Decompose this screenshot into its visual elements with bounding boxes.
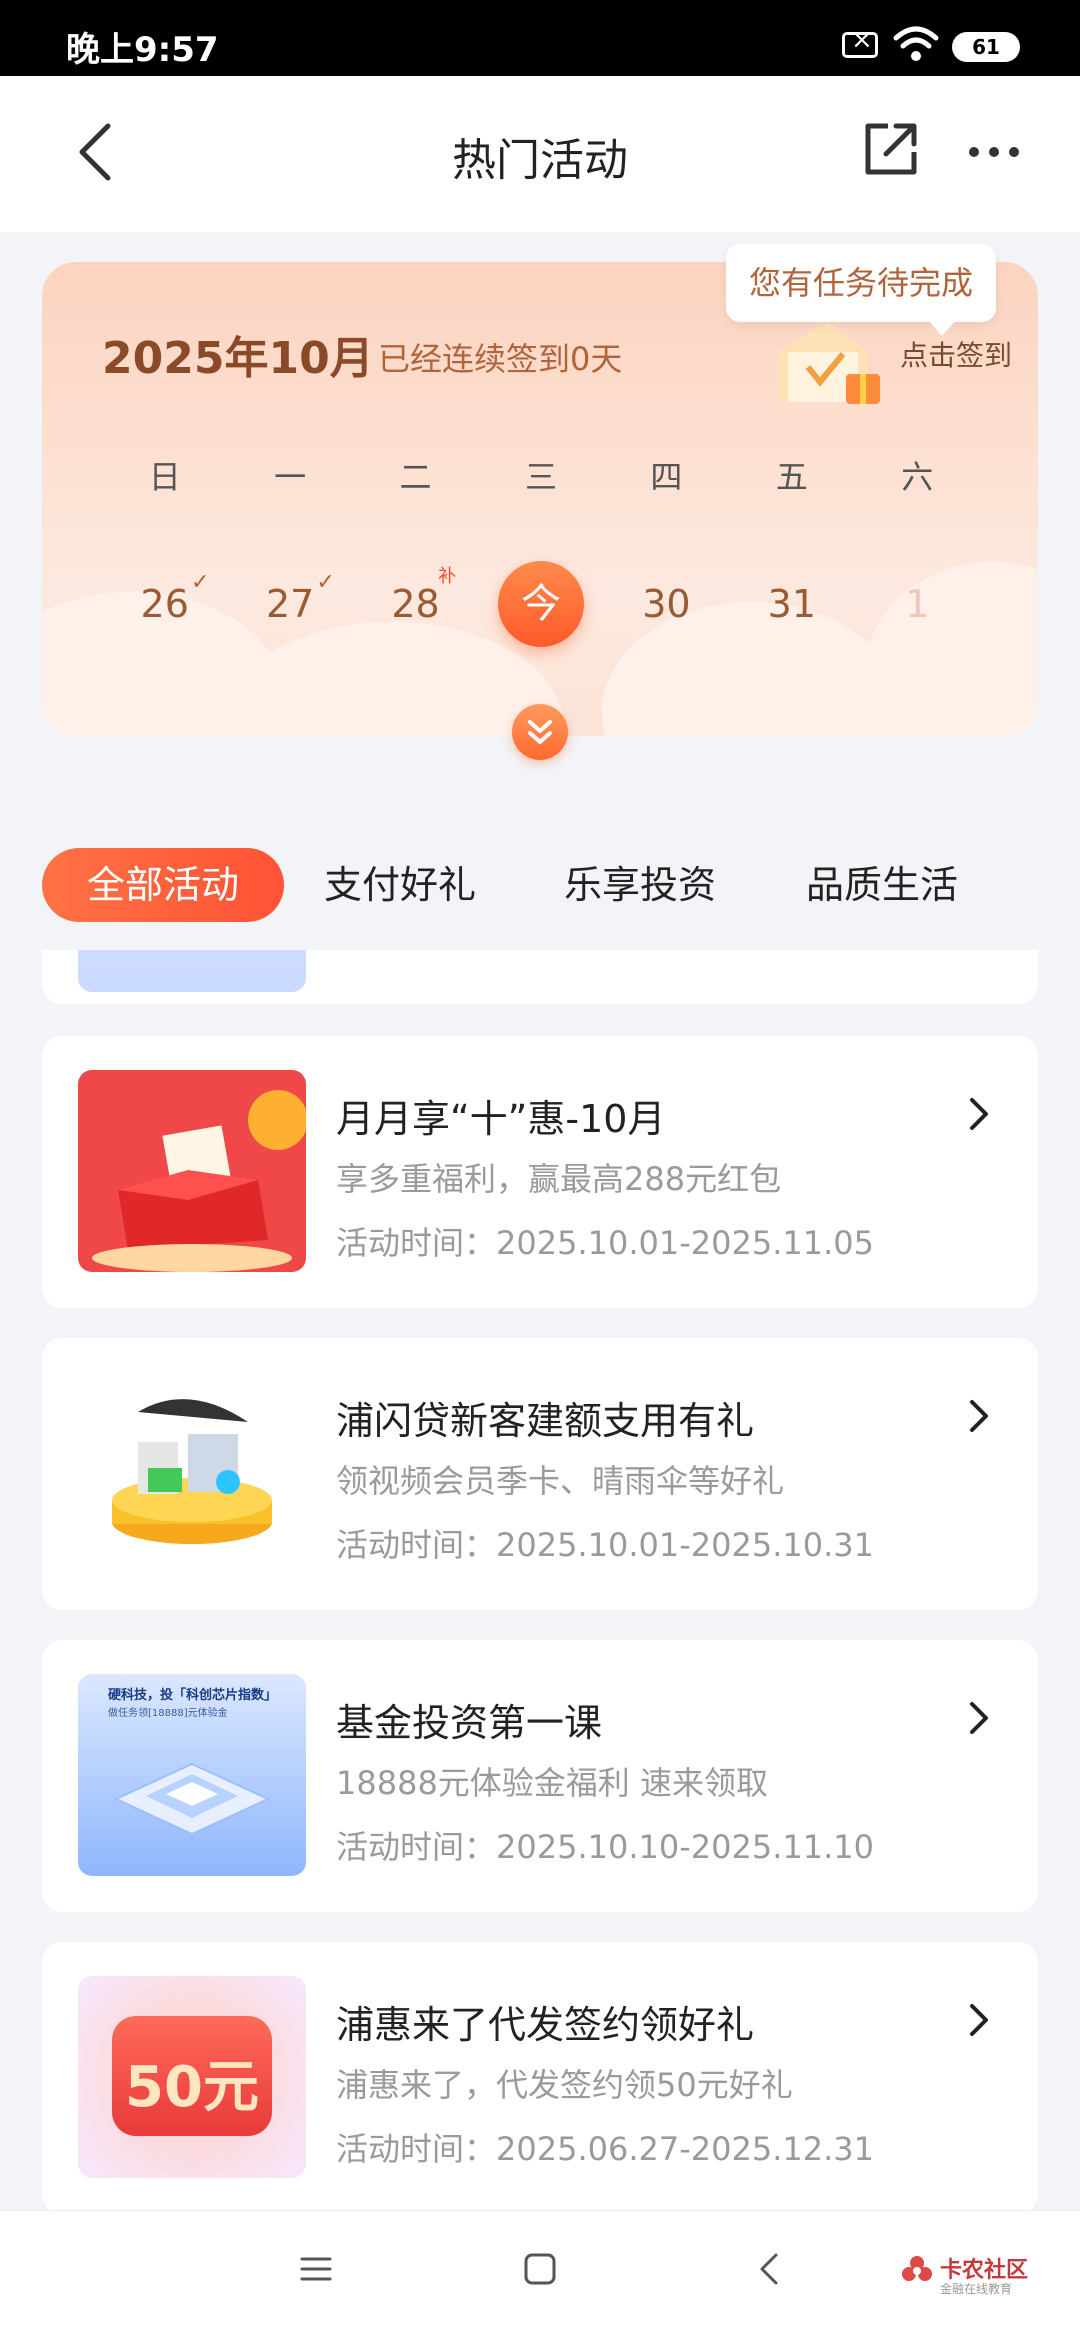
weekday-header: 日 一 二 三 四 五 六 — [102, 452, 980, 498]
tab-investment[interactable]: 乐享投资 — [564, 848, 716, 922]
gift-box-icon[interactable] — [768, 312, 888, 412]
weekday-label: 日 — [148, 458, 181, 496]
activity-title: 基金投资第一课 — [336, 1701, 603, 1745]
calendar-dates: 26 ✓ 27 ✓ 28 补 今 30 31 1 — [102, 561, 980, 647]
chevron-right-icon — [970, 2004, 988, 2036]
calendar-day-signed[interactable]: 26 ✓ — [102, 564, 227, 644]
weekday-label: 二 — [399, 458, 432, 496]
today-marker: 今 — [497, 561, 584, 647]
check-icon: ✓ — [190, 570, 210, 595]
coupon-amount: 50元 — [125, 2055, 259, 2120]
more-options-icon[interactable] — [964, 132, 1024, 172]
calendar-day-signed[interactable]: 27 ✓ — [227, 564, 352, 644]
activity-date: 活动时间：2025.10.01-2025.10.31 — [336, 1526, 874, 1564]
activity-card[interactable]: 浦闪贷新客建额支用有礼 领视频会员季卡、晴雨伞等好礼 活动时间：2025.10.… — [42, 1338, 1038, 1610]
task-tooltip[interactable]: 您有任务待完成 — [726, 244, 996, 336]
calendar-month: 2025年10月 — [102, 333, 374, 384]
check-icon: ✓ — [316, 570, 335, 595]
watermark-subtext: 金融在线教育 — [940, 2282, 1013, 2296]
tab-payment-gifts[interactable]: 支付好礼 — [324, 848, 476, 922]
activity-description: 18888元体验金福利 速来领取 — [336, 1764, 768, 1802]
activity-card[interactable]: 月月享“十”惠-10月 享多重福利，赢最高288元红包 活动时间：2025.10… — [42, 1036, 1038, 1308]
chevron-right-icon — [970, 1400, 988, 1432]
menu-icon[interactable] — [298, 2251, 334, 2287]
tab-quality-life[interactable]: 品质生活 — [806, 848, 958, 922]
chip-illustration — [113, 1762, 271, 1836]
weekday-label: 一 — [274, 458, 307, 496]
flower-logo-icon — [902, 2256, 932, 2281]
day-number: 26 — [140, 582, 189, 626]
activity-list: 月月享“十”惠-10月 享多重福利，赢最高288元红包 活动时间：2025.10… — [0, 950, 1080, 2210]
no-sim-icon — [842, 25, 878, 58]
day-number: 28 — [391, 582, 440, 626]
home-icon[interactable] — [522, 2251, 558, 2287]
status-bar: 晚上9:57 61 — [0, 0, 1080, 76]
tab-all-activities[interactable]: 全部活动 — [42, 848, 284, 922]
weekday-label: 三 — [524, 458, 557, 496]
calendar-day-next-month: 1 — [855, 564, 980, 644]
wifi-icon — [893, 26, 939, 61]
day-number: 1 — [905, 582, 930, 626]
activity-thumbnail: 硬科技，投「科创芯片指数」 做任务领[18888]元体验金 — [78, 1674, 306, 1876]
watermark-logo: 卡农社区 金融在线教育 — [900, 2250, 1050, 2300]
weekday-label: 五 — [775, 458, 808, 496]
day-number: 31 — [767, 582, 816, 626]
activity-card-partial[interactable] — [42, 950, 1038, 1004]
share-icon[interactable] — [862, 120, 920, 178]
chevron-right-icon — [970, 1702, 988, 1734]
calendar-day: 30 — [604, 564, 729, 644]
activity-title: 浦闪贷新客建额支用有礼 — [336, 1399, 755, 1443]
makeup-badge: 补 — [438, 566, 457, 587]
page-header: 热门活动 — [0, 76, 1080, 232]
activity-date: 活动时间：2025.06.27-2025.12.31 — [336, 2130, 874, 2168]
weekday-label: 六 — [901, 458, 934, 496]
status-time: 晚上9:57 — [66, 30, 219, 70]
activity-description: 领视频会员季卡、晴雨伞等好礼 — [336, 1462, 785, 1500]
category-tabs: 全部活动 支付好礼 乐享投资 品质生活 — [0, 848, 1080, 932]
day-number: 30 — [642, 582, 691, 626]
calendar-day: 31 — [729, 564, 854, 644]
activity-thumbnail — [78, 950, 306, 992]
calendar-day-today[interactable]: 今 — [478, 561, 603, 647]
chevron-right-icon — [970, 1098, 988, 1130]
activity-description: 享多重福利，赢最高288元红包 — [336, 1160, 782, 1198]
battery-indicator: 61 — [952, 32, 1020, 62]
activity-description: 浦惠来了，代发签约领50元好礼 — [336, 2066, 793, 2104]
activity-card[interactable]: 硬科技，投「科创芯片指数」 做任务领[18888]元体验金 基金投资第一课 18… — [42, 1640, 1038, 1912]
activity-thumbnail: 50元 — [78, 1976, 306, 2178]
signin-calendar-card: 2025年10月 已经连续签到0天 点击签到 日 一 二 三 四 五 六 26 … — [42, 262, 1038, 736]
activity-card[interactable]: 50元 浦惠来了代发签约领好礼 浦惠来了，代发签约领50元好礼 活动时间：202… — [42, 1942, 1038, 2210]
activity-thumbnail — [78, 1372, 306, 1574]
activity-title: 浦惠来了代发签约领好礼 — [336, 2003, 755, 2047]
day-number: 27 — [265, 582, 315, 626]
signin-button[interactable]: 点击签到 — [900, 334, 1012, 374]
expand-calendar-icon[interactable] — [512, 704, 568, 760]
signin-streak: 已经连续签到0天 — [378, 340, 623, 378]
activity-title: 月月享“十”惠-10月 — [336, 1097, 666, 1141]
calendar-day-makeup[interactable]: 28 补 — [353, 564, 478, 644]
activity-thumbnail — [78, 1070, 306, 1272]
activity-date: 活动时间：2025.10.10-2025.11.10 — [336, 1828, 874, 1866]
back-icon[interactable] — [754, 2251, 784, 2287]
activity-date: 活动时间：2025.10.01-2025.11.05 — [336, 1224, 874, 1262]
weekday-label: 四 — [650, 458, 683, 496]
